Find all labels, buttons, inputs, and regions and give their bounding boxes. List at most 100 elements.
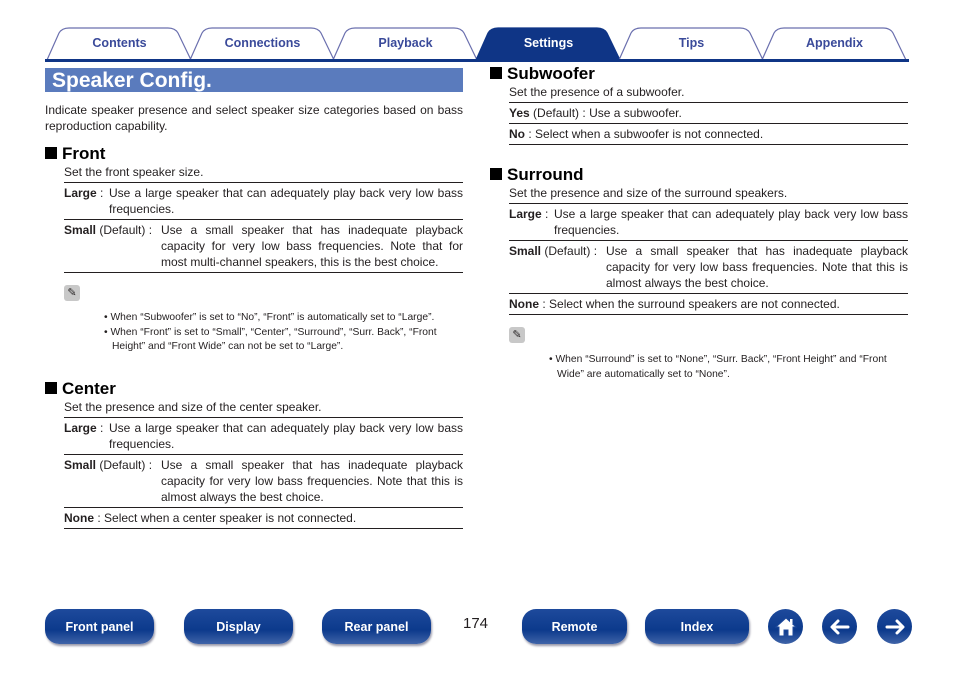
section-body: Set the front speaker size. Large : Use a…: [64, 164, 463, 355]
display-button[interactable]: Display: [184, 609, 293, 644]
note-item: • When “Surround” is set to “None”, “Sur…: [549, 354, 887, 380]
page-title: Speaker Config.: [45, 68, 463, 92]
front-panel-button[interactable]: Front panel: [45, 609, 154, 644]
back-arrow-icon: [830, 619, 849, 634]
option-term: No: [509, 127, 525, 141]
section-description: Set the presence and size of the center …: [64, 399, 463, 419]
square-bullet-icon: [45, 147, 57, 159]
option-label: Large :: [64, 420, 109, 452]
forward-arrow-icon: [885, 619, 904, 634]
right-column: Subwoofer Set the presence of a subwoofer…: [490, 64, 908, 393]
rear-panel-button[interactable]: Rear panel: [322, 609, 431, 644]
option-description: Select when the surround speakers are no…: [549, 297, 840, 311]
note-item: • When “Subwoofer” is set to “No”, “Fron…: [104, 312, 435, 324]
option-description: Select when a subwoofer is not connected…: [535, 127, 764, 141]
center-section: Center Set the presence and size of the c…: [45, 379, 463, 530]
square-bullet-icon: [490, 67, 502, 79]
option-description: Use a large speaker that can adequately …: [554, 207, 908, 237]
intro-text: Indicate speaker presence and select spe…: [45, 103, 463, 133]
option-label: Small (Default) :: [509, 243, 606, 291]
tab-underline: [45, 59, 909, 62]
option-suffix: :: [94, 511, 105, 526]
section-body: Set the presence and size of the surroun…: [509, 185, 908, 382]
option-term: Small: [509, 244, 542, 258]
home-button[interactable]: [768, 609, 803, 644]
option-label: Small (Default) :: [64, 222, 161, 270]
tab-settings[interactable]: Settings: [477, 36, 620, 50]
option-description: Use a subwoofer.: [589, 106, 682, 120]
option-label: Large :: [64, 185, 109, 217]
front-section: Front Set the front speaker size. Large : …: [45, 144, 463, 355]
option-term: None: [509, 297, 539, 311]
home-icon: [774, 616, 797, 636]
section-body: Set the presence of a subwoofer. Yes (Def…: [509, 84, 908, 145]
option-suffix: (Default) :: [541, 244, 601, 258]
manual-page: Contents Connections Playback Settings Tips A…: [0, 0, 954, 673]
square-bullet-icon: [490, 168, 502, 180]
option-description: Use a large speaker that can adequately …: [109, 186, 463, 216]
section-heading-text: Surround: [507, 165, 584, 184]
option-label: Yes (Default) :: [509, 106, 589, 120]
option-suffix: :: [525, 127, 536, 141]
section-heading: Surround: [490, 165, 908, 185]
square-bullet-icon: [45, 382, 57, 395]
section-heading: Subwoofer: [490, 64, 908, 84]
option-row: Large : Use a large speaker that can ade…: [509, 204, 908, 241]
option-row: Large : Use a large speaker that can ade…: [64, 183, 463, 220]
section-description: Set the presence and size of the surroun…: [509, 185, 908, 204]
option-term: Small: [64, 458, 97, 473]
tab-appendix[interactable]: Appendix: [763, 36, 906, 50]
back-button[interactable]: [822, 609, 857, 644]
section-body: Set the presence and size of the center …: [64, 399, 463, 530]
forward-button[interactable]: [877, 609, 912, 644]
tab-connections[interactable]: Connections: [191, 36, 334, 50]
section-heading-text: Center: [62, 379, 116, 399]
option-row: Large : Use a large speaker that can ade…: [64, 418, 463, 456]
option-row: Small (Default) : Use a small speaker th…: [509, 241, 908, 294]
option-row: Yes (Default) : Use a subwoofer.: [509, 103, 908, 124]
option-suffix: :: [539, 297, 550, 311]
index-button[interactable]: Index: [645, 609, 749, 644]
subwoofer-section: Subwoofer Set the presence of a subwoofer…: [490, 64, 908, 145]
option-term: Large: [509, 207, 542, 221]
option-row: No : Select when a subwoofer is not conn…: [509, 124, 908, 145]
tab-bar: [45, 27, 909, 62]
option-term: Yes: [509, 106, 530, 120]
option-term: Large: [64, 186, 97, 200]
section-description: Set the front speaker size.: [64, 164, 463, 183]
tab-tips[interactable]: Tips: [620, 36, 763, 50]
option-suffix: :: [541, 207, 552, 221]
option-row: None : Select when a center speaker is n…: [64, 508, 463, 530]
pencil-note-icon: ✎: [64, 285, 80, 301]
option-label: Small (Default) :: [64, 457, 161, 505]
option-label: None :: [509, 297, 549, 311]
option-suffix: (Default) :: [96, 223, 156, 237]
option-description: Select when a center speaker is not conn…: [104, 511, 357, 526]
section-heading: Front: [45, 144, 463, 164]
section-heading-text: Front: [62, 144, 106, 163]
notes-list: • When “Surround” is set to “None”, “Sur…: [509, 353, 908, 382]
option-suffix: :: [96, 421, 107, 436]
notes-list: • When “Subwoofer” is set to “No”, “Fron…: [64, 311, 463, 355]
option-term: Large: [64, 421, 97, 436]
option-suffix: (Default) :: [96, 458, 156, 473]
option-row: None : Select when the surround speakers…: [509, 294, 908, 315]
remote-button[interactable]: Remote: [522, 609, 627, 644]
option-label: Large :: [509, 206, 554, 238]
option-description: Use a large speaker that can adequately …: [109, 421, 463, 452]
option-label: None :: [64, 511, 104, 525]
option-term: Small: [64, 223, 97, 237]
option-description: Use a small speaker that has inadequate …: [161, 458, 463, 505]
tab-playback[interactable]: Playback: [334, 36, 477, 50]
option-row: Small (Default) : Use a small speaker th…: [64, 455, 463, 509]
section-heading-text: Subwoofer: [507, 64, 595, 83]
surround-section: Surround Set the presence and size of the…: [490, 165, 908, 382]
option-term: None: [64, 511, 94, 526]
option-description: Use a small speaker that has inadequate …: [161, 223, 463, 269]
section-description: Set the presence of a subwoofer.: [509, 84, 908, 103]
page-number: 174: [463, 615, 489, 632]
tab-contents[interactable]: Contents: [48, 36, 191, 50]
pencil-note-icon: ✎: [509, 327, 525, 343]
left-column: Speaker Config. Indicate speaker presenc…: [45, 68, 463, 530]
option-label: No :: [509, 127, 535, 141]
